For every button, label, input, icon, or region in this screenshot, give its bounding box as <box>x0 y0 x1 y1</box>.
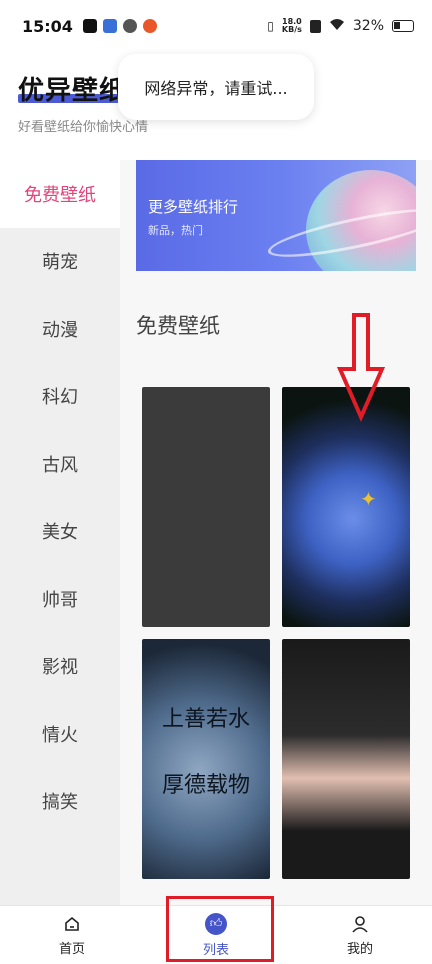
notification-icons <box>82 19 157 33</box>
sidebar-item-movies[interactable]: 影视 <box>0 633 120 701</box>
sidebar-item-handsome[interactable]: 帅哥 <box>0 565 120 633</box>
wallpaper-thumb-calligraphy[interactable]: 上善若水 厚德载物 <box>142 639 270 879</box>
sidebar-item-beauty[interactable]: 美女 <box>0 498 120 566</box>
app-subtitle: 好看壁纸给你愉快心情 <box>18 120 149 135</box>
thumbs-up-icon: 👍︎ <box>205 912 227 935</box>
section-title: 免费壁纸 <box>136 314 220 338</box>
calligraphy-line-1: 上善若水 <box>161 707 250 732</box>
app-title: 优异壁纸 <box>18 76 127 106</box>
sim-icon <box>309 19 321 33</box>
sidebar-item-funny[interactable]: 搞笑 <box>0 768 120 836</box>
status-bar: 15:04 ▯ 18.0 KB/s 32% <box>0 0 432 52</box>
banner-title: 更多壁纸排行 <box>148 198 239 216</box>
vibrate-icon: ▯ <box>267 19 274 33</box>
calligraphy-line-2: 厚德载物 <box>161 773 250 798</box>
network-error-toast: 网络异常，请重试... <box>118 54 314 120</box>
home-icon <box>62 914 82 934</box>
nav-home-label: 首页 <box>58 941 85 957</box>
app-notification-icon <box>102 19 117 33</box>
net-speed-unit: KB/s <box>281 25 302 34</box>
nav-list[interactable]: 👍︎ 列表 <box>144 906 288 964</box>
bottom-navigation: 首页 👍︎ 列表 我的 <box>0 905 432 964</box>
sidebar-item-scifi[interactable]: 科幻 <box>0 363 120 431</box>
sidebar-item-ancient[interactable]: 古风 <box>0 430 120 498</box>
tiktok-icon <box>82 19 97 33</box>
nav-mine-label: 我的 <box>346 941 373 957</box>
net-speed: 18.0 KB/s <box>282 18 302 34</box>
wallpaper-thumb-dark[interactable] <box>142 387 270 627</box>
nav-list-label: 列表 <box>202 942 229 958</box>
category-sidebar: 免费壁纸 萌宠 动漫 科幻 古风 美女 帅哥 影视 情火 搞笑 <box>0 160 120 905</box>
weibo-icon <box>142 19 157 33</box>
sidebar-item-fire[interactable]: 情火 <box>0 700 120 768</box>
battery-percent: 32% <box>352 18 384 34</box>
ranking-banner[interactable]: 更多壁纸排行 新品，热门 <box>136 160 416 271</box>
wallpaper-thumb-hydrangea[interactable]: ✦ <box>282 387 410 627</box>
butterfly-icon: ✦ <box>360 487 377 511</box>
sidebar-item-pets[interactable]: 萌宠 <box>0 228 120 296</box>
status-right: ▯ 18.0 KB/s 32% <box>267 18 414 35</box>
down-arrow-annotation-icon <box>336 313 386 422</box>
nav-home[interactable]: 首页 <box>0 906 144 964</box>
sidebar-item-anime[interactable]: 动漫 <box>0 295 120 363</box>
link-icon <box>122 19 137 33</box>
wallpaper-thumb-portrait[interactable] <box>282 639 410 879</box>
status-time: 15:04 <box>22 16 73 36</box>
wifi-icon <box>329 18 345 35</box>
battery-icon <box>392 20 414 32</box>
user-icon <box>350 914 370 934</box>
sidebar-item-free[interactable]: 免费壁纸 <box>0 160 120 228</box>
banner-subtitle: 新品，热门 <box>148 224 203 237</box>
main-content: 更多壁纸排行 新品，热门 免费壁纸 ✦ 上善若水 厚德载物 <box>120 160 432 905</box>
nav-mine[interactable]: 我的 <box>288 906 432 964</box>
